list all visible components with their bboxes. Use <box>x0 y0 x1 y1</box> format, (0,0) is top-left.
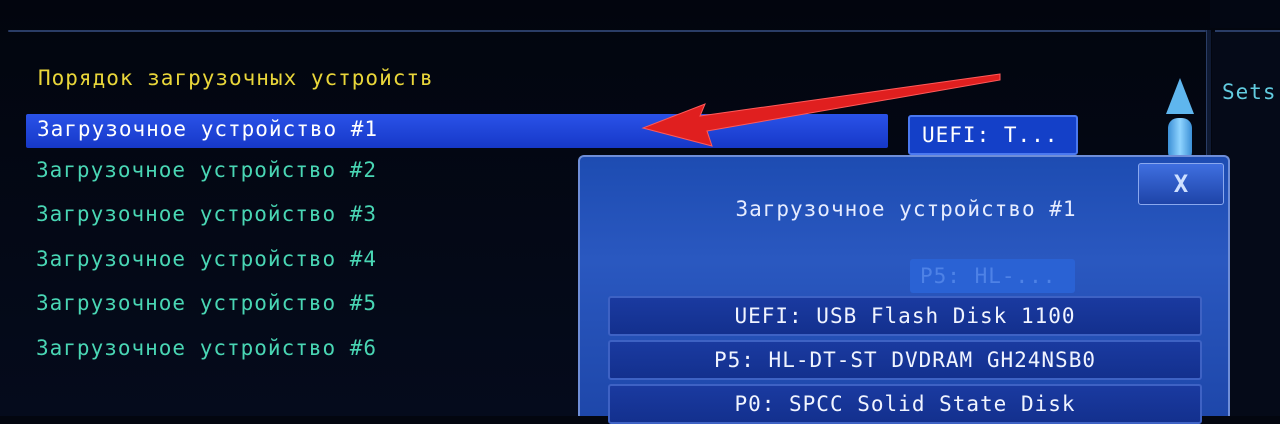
panel-top-border <box>8 30 1206 32</box>
boot-order-title: Порядок загрузочных устройств <box>38 66 434 90</box>
popup-title: Загрузочное устройство #1 <box>735 197 1077 221</box>
scroll-up-arrow-icon[interactable] <box>1166 78 1194 114</box>
popup-option-usb-flash[interactable]: UEFI: USB Flash Disk 1100 <box>608 296 1202 336</box>
boot-device-popup: X Загрузочное устройство #1 P5: HL-... U… <box>578 155 1230 424</box>
popup-ghost-value: P5: HL-... <box>910 259 1075 293</box>
popup-option-ssd[interactable]: P0: SPCC Solid State Disk <box>608 384 1202 424</box>
boot-device-1-row[interactable]: Загрузочное устройство #1 <box>26 114 888 148</box>
boot-device-2-row[interactable]: Загрузочное устройство #2 <box>36 158 377 182</box>
popup-option-dvdram[interactable]: P5: HL-DT-ST DVDRAM GH24NSB0 <box>608 340 1202 380</box>
boot-device-6-row[interactable]: Загрузочное устройство #6 <box>36 336 377 360</box>
boot-device-4-row[interactable]: Загрузочное устройство #4 <box>36 247 377 271</box>
boot-device-1-value-button[interactable]: UEFI: T... <box>908 115 1078 155</box>
boot-device-5-row[interactable]: Загрузочное устройство #5 <box>36 291 377 315</box>
help-description: Sets <box>1222 80 1277 104</box>
boot-device-3-row[interactable]: Загрузочное устройство #3 <box>36 202 377 226</box>
